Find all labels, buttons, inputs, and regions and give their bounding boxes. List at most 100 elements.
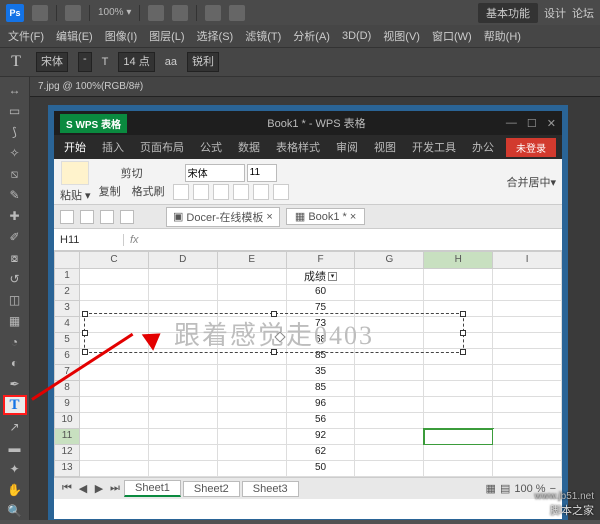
sheet-nav-last-icon[interactable]: ⏭ xyxy=(108,482,122,495)
row-header[interactable]: 1 xyxy=(54,269,80,285)
cell[interactable] xyxy=(493,269,562,285)
menu-image[interactable]: 图像(I) xyxy=(101,26,141,46)
paste-icon[interactable] xyxy=(61,161,89,185)
cell[interactable] xyxy=(218,445,287,461)
resize-handle-icon[interactable] xyxy=(460,349,466,355)
fx-label[interactable]: fx xyxy=(124,234,145,246)
col-header[interactable]: H xyxy=(424,251,493,269)
cell[interactable] xyxy=(149,413,218,429)
cell[interactable]: 96 xyxy=(287,397,356,413)
tab-office[interactable]: 办公 xyxy=(468,136,498,158)
cell[interactable]: 85 xyxy=(287,381,356,397)
cell[interactable] xyxy=(424,397,493,413)
arrange-icon[interactable] xyxy=(205,5,221,21)
resize-handle-icon[interactable] xyxy=(460,330,466,336)
cell[interactable]: 50 xyxy=(287,461,356,477)
font-family-input[interactable] xyxy=(185,164,245,182)
cell[interactable] xyxy=(218,365,287,381)
heal-tool-icon[interactable]: ✚ xyxy=(3,207,27,226)
row-header[interactable]: 10 xyxy=(54,413,80,429)
row-header[interactable]: 7 xyxy=(54,365,80,381)
col-header[interactable]: F xyxy=(287,251,356,269)
cell[interactable] xyxy=(424,413,493,429)
cell[interactable]: 56 xyxy=(287,413,356,429)
col-header[interactable]: C xyxy=(80,251,149,269)
cell[interactable] xyxy=(149,397,218,413)
minimize-button[interactable]: — xyxy=(506,117,517,130)
tab-view[interactable]: 视图 xyxy=(370,136,400,158)
ps-canvas[interactable]: 7.jpg @ 100%(RGB/8#) S WPS 表格 Book1 * - … xyxy=(30,77,600,520)
eyedropper-tool-icon[interactable]: ✎ xyxy=(3,186,27,205)
lasso-tool-icon[interactable]: ⟆ xyxy=(3,123,27,142)
menu-window[interactable]: 窗口(W) xyxy=(428,26,476,46)
row-header[interactable]: 5 xyxy=(54,333,80,349)
font-size-input[interactable] xyxy=(247,164,277,182)
pen-tool-icon[interactable]: ✒ xyxy=(3,374,27,393)
grid-icon[interactable] xyxy=(172,5,188,21)
brush-tool-icon[interactable]: ✐ xyxy=(3,228,27,247)
menu-layer[interactable]: 图层(L) xyxy=(145,26,188,46)
cell[interactable] xyxy=(80,285,149,301)
cell[interactable] xyxy=(149,429,218,445)
shape-tool-icon[interactable]: ▬ xyxy=(3,438,27,457)
cell[interactable] xyxy=(493,397,562,413)
cell[interactable]: 60 xyxy=(287,285,356,301)
cell[interactable] xyxy=(493,365,562,381)
row-header[interactable]: 6 xyxy=(54,349,80,365)
row-header[interactable]: 2 xyxy=(54,285,80,301)
row-header[interactable]: 11 xyxy=(54,429,80,445)
print-icon[interactable] xyxy=(120,210,134,224)
resize-handle-icon[interactable] xyxy=(271,349,277,355)
col-header[interactable]: I xyxy=(493,251,562,269)
cell[interactable] xyxy=(424,381,493,397)
cell[interactable] xyxy=(218,429,287,445)
eraser-tool-icon[interactable]: ◫ xyxy=(3,291,27,310)
stamp-tool-icon[interactable]: ⧇ xyxy=(3,249,27,268)
menu-view[interactable]: 视图(V) xyxy=(379,26,424,46)
cell[interactable]: 92 xyxy=(287,429,356,445)
ps-link-forum[interactable]: 论坛 xyxy=(572,5,594,21)
undo-icon[interactable] xyxy=(80,210,94,224)
cell[interactable] xyxy=(424,429,493,445)
cell[interactable] xyxy=(355,285,424,301)
cell[interactable]: 35 xyxy=(287,365,356,381)
cell[interactable] xyxy=(355,397,424,413)
tab-layout[interactable]: 页面布局 xyxy=(136,136,188,158)
font-size-dropdown[interactable]: 14 点 xyxy=(118,52,154,72)
menu-analysis[interactable]: 分析(A) xyxy=(289,26,334,46)
screen-mode-icon[interactable] xyxy=(229,5,245,21)
row-header[interactable]: 4 xyxy=(54,317,80,333)
wand-tool-icon[interactable]: ✧ xyxy=(3,144,27,163)
cell[interactable] xyxy=(80,269,149,285)
cell[interactable] xyxy=(355,365,424,381)
document-tab[interactable]: 7.jpg @ 100%(RGB/8#) xyxy=(30,77,600,97)
cell[interactable] xyxy=(218,461,287,477)
bold-icon[interactable] xyxy=(173,184,189,200)
paste-label[interactable]: 粘贴 ▾ xyxy=(60,187,91,203)
cell[interactable] xyxy=(80,461,149,477)
cell[interactable] xyxy=(80,397,149,413)
sheet-nav-prev-icon[interactable]: ◀ xyxy=(76,482,90,495)
crop-tool-icon[interactable]: ⧅ xyxy=(3,165,27,184)
menu-edit[interactable]: 编辑(E) xyxy=(52,26,97,46)
name-box[interactable]: H11 xyxy=(54,234,124,246)
cell[interactable] xyxy=(149,269,218,285)
cell[interactable]: 62 xyxy=(287,445,356,461)
filter-icon[interactable]: ▾ xyxy=(328,272,337,281)
ps-zoom-dropdown[interactable]: 100% ▾ xyxy=(98,7,131,18)
row-header[interactable]: 12 xyxy=(54,445,80,461)
merge-center-button[interactable]: 合并居中▾ xyxy=(506,174,556,190)
row-header[interactable]: 9 xyxy=(54,397,80,413)
cell[interactable] xyxy=(493,317,562,333)
redo-icon[interactable] xyxy=(100,210,114,224)
tab-formula[interactable]: 公式 xyxy=(196,136,226,158)
cut-button[interactable]: 剪切 xyxy=(121,165,143,181)
close-button[interactable]: ✕ xyxy=(547,117,556,130)
maximize-button[interactable]: ☐ xyxy=(527,117,537,130)
col-header[interactable]: E xyxy=(218,251,287,269)
cell[interactable] xyxy=(493,413,562,429)
format-painter-button[interactable]: 格式刷 xyxy=(132,183,165,199)
zoom-tool-icon[interactable]: 🔍 xyxy=(3,501,27,520)
path-tool-icon[interactable]: ↗ xyxy=(3,417,27,436)
cell[interactable] xyxy=(493,381,562,397)
